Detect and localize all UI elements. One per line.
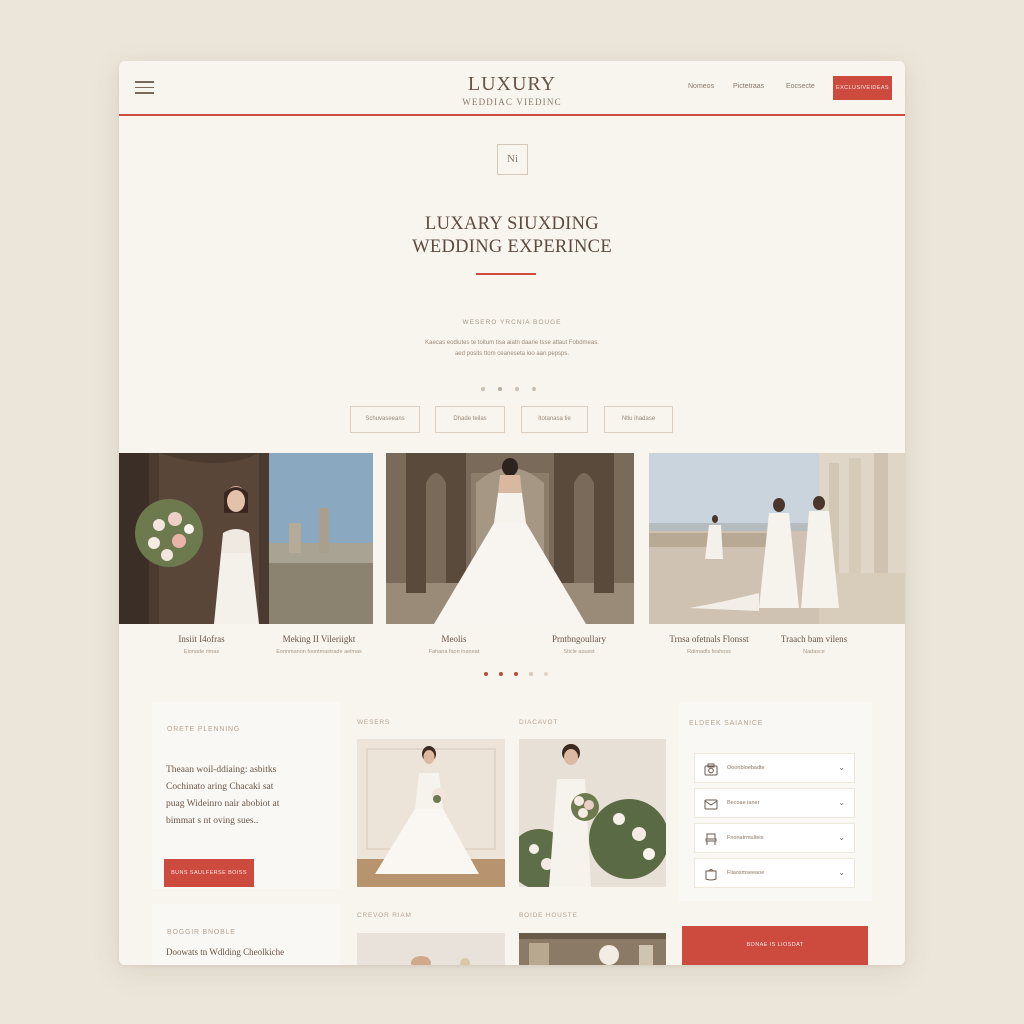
pagination-dot[interactable]: [498, 387, 502, 391]
gallery-caption-subtitle: Sticle aousst: [563, 649, 595, 655]
gallery-photo-bride-flowers[interactable]: [119, 453, 373, 624]
bottom-card: BOGGIR BNOBLE Doowats tn Wdlding Cheolki…: [152, 904, 340, 965]
gallery-caption-title: Meking II Vileriigkt: [282, 634, 356, 644]
planning-body-line: Theaan woil-ddiaing: asbitks: [166, 765, 277, 775]
hero-kicker: WESERO YRCNIA BOUGE: [462, 319, 562, 326]
pagination-dot[interactable]: [532, 387, 536, 391]
bag-icon: [705, 869, 717, 881]
bottom-card-kicker: BOGGIR BNOBLE: [167, 929, 236, 936]
photo-bride-portrait[interactable]: [357, 933, 505, 965]
planning-kicker: ORETE PLENNING: [167, 726, 241, 733]
gallery-photo-bride-arches[interactable]: [386, 453, 634, 624]
filter-button-1[interactable]: Schuvaseeans: [350, 406, 420, 433]
hero-divider: [476, 273, 536, 275]
gallery-caption-title: Prntbngoullary: [552, 634, 606, 644]
gallery-photo-brides-terrace[interactable]: [649, 453, 905, 624]
camera-icon: [704, 763, 718, 776]
nav-link-2[interactable]: Pictetraas: [733, 83, 764, 90]
pagination-dot[interactable]: [481, 387, 485, 391]
guidance-item-label: Ooonbloebadte: [727, 765, 765, 771]
pagination-dot[interactable]: [514, 672, 518, 676]
guidance-item[interactable]: Ooonbloebadte ⌄: [694, 753, 855, 783]
guidance-item-label: Fiiaosmseeaoe: [727, 870, 765, 876]
filter-button-2[interactable]: Dhade teilas: [435, 406, 505, 433]
guidance-item[interactable]: Becoae ianer ⌄: [694, 788, 855, 818]
filter-button-4[interactable]: Ntlu ihadase: [604, 406, 673, 433]
monogram-logo: Ni: [497, 144, 528, 175]
chevron-down-icon: ⌄: [838, 833, 845, 842]
bottom-card-body: Doowats tn Wdlding Cheolkiche: [166, 947, 285, 957]
envelope-icon: [704, 799, 718, 810]
guidance-item-label: Fnonatrmulteis: [727, 835, 764, 841]
pagination-dot[interactable]: [515, 387, 519, 391]
hero-title-line2: WEDDING EXPERINCE: [412, 237, 612, 257]
gallery-caption-title: Trnsa ofetnals Flonsst: [669, 634, 749, 644]
gallery-caption-title: Traach bam vilens: [780, 634, 848, 644]
pagination-dot[interactable]: [544, 672, 548, 676]
guidance-item[interactable]: Fiiaosmseeaoe ⌄: [694, 858, 855, 888]
photo-bride-bouquet[interactable]: [519, 739, 666, 887]
gallery-caption-subtitle: Fahana faon inaneat: [428, 649, 480, 655]
chevron-down-icon: ⌄: [838, 798, 845, 807]
gallery-caption-title: Meolis: [441, 634, 467, 644]
brand-subtitle: WEDDIAC VIEDINC: [462, 97, 562, 107]
gallery-caption-subtitle: Eonnmanon foontmastrade aelmas: [276, 649, 362, 655]
gallery-caption-subtitle: Eionade rimas: [183, 649, 220, 655]
nav-link-3[interactable]: Eocsecte: [786, 83, 815, 90]
photo-label-2: DIACAVOT: [519, 719, 559, 726]
chevron-down-icon: ⌄: [838, 763, 845, 772]
hero-pagination: [481, 387, 536, 391]
guidance-item-label: Becoae ianer: [727, 800, 760, 806]
photo-bride-studio[interactable]: [357, 739, 505, 887]
photo-label-1: WESERS: [357, 719, 390, 726]
photo-label-4: BOIDE HOUSTE: [519, 912, 578, 919]
planning-button[interactable]: BUNS SAULFERSE BOISS: [164, 859, 254, 887]
hero-description-line2: aed posits ttom ceaneseta ioo aan pepsps…: [454, 351, 570, 357]
gallery-caption-title: Insiit I4ofras: [178, 634, 225, 644]
guidance-item[interactable]: Fnonatrmulteis ⌄: [694, 823, 855, 853]
pagination-dot[interactable]: [499, 672, 503, 676]
photo-bridal-house[interactable]: [519, 933, 666, 965]
guidance-button[interactable]: BONAE IS LIOSDAT: [682, 926, 868, 965]
gallery-caption-subtitle: Rdimadls feahoss: [687, 649, 731, 655]
planning-card: ORETE PLENNING Theaan woil-ddiaing: asbi…: [152, 702, 340, 889]
photo-label-3: CREVOR RIAM: [357, 912, 412, 919]
header-cta-button[interactable]: EXCLUSIVEIDEAS: [833, 76, 892, 100]
hero-description-line1: Kaecas eodiutes te toltum tisa aiatn daa…: [425, 340, 599, 346]
site-header: LUXURY WEDDIAC VIEDINC Nomeos Pictetraas…: [119, 61, 905, 116]
chair-icon: [705, 833, 717, 845]
browser-window: LUXURY WEDDIAC VIEDINC Nomeos Pictetraas…: [119, 61, 905, 965]
hero-title-line1: LUXARY SIUXDING: [425, 214, 599, 234]
planning-body-line: puag Wideinro nair abobiot at: [166, 799, 280, 809]
chevron-down-icon: ⌄: [838, 868, 845, 877]
pagination-dot[interactable]: [529, 672, 533, 676]
pagination-dot[interactable]: [484, 672, 488, 676]
nav-link-1[interactable]: Nomeos: [688, 83, 714, 90]
guidance-kicker: ELDEEK SAIANICE: [689, 720, 764, 727]
planning-body: Theaan woil-ddiaing: asbitks Cochinato a…: [166, 762, 336, 830]
gallery-caption-subtitle: Nadasce: [803, 649, 825, 655]
filter-button-3[interactable]: Itotanasa tie: [521, 406, 588, 433]
planning-body-line: Cochinato aring Chacaki sat: [166, 782, 274, 792]
gallery-pagination: [484, 672, 548, 676]
planning-body-line: bimmat s nt oving sues..: [166, 816, 259, 826]
